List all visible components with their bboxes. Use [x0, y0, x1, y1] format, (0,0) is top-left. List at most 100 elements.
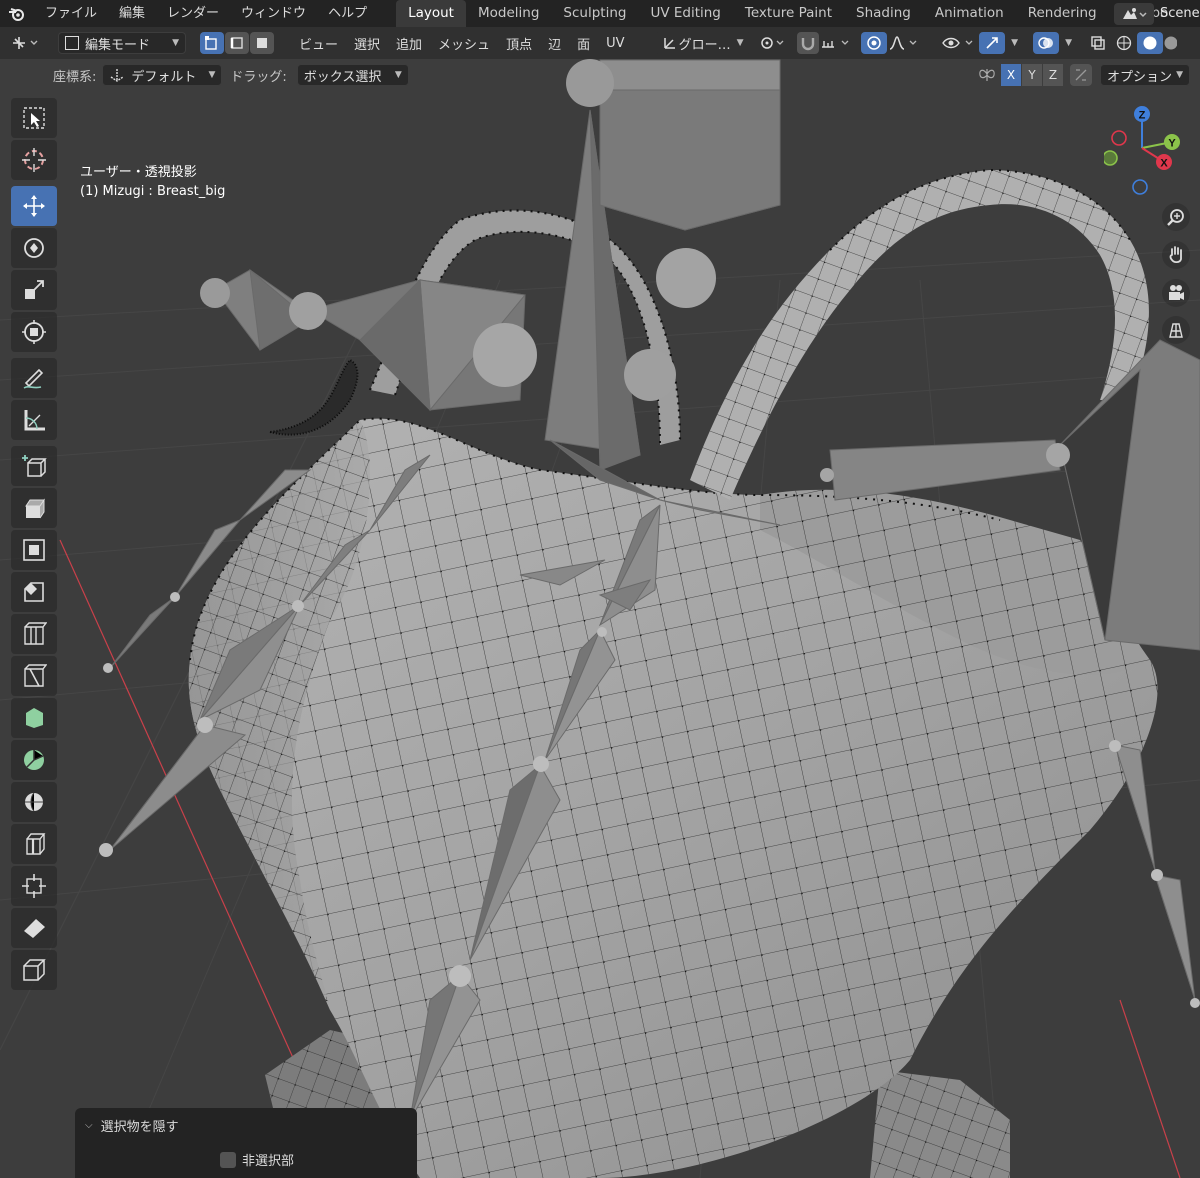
annotate-pencil-icon	[23, 368, 44, 389]
inset-faces-icon	[23, 539, 45, 561]
tool-measure[interactable]	[11, 400, 57, 440]
unselected-checkbox-row[interactable]: 非選択部	[220, 1150, 294, 1169]
falloff-dropdown[interactable]	[887, 32, 923, 54]
blender-logo-icon[interactable]	[0, 0, 34, 27]
snap-toggle-button[interactable]	[796, 32, 819, 54]
gizmo-dropdown[interactable]: ▼	[1005, 32, 1025, 54]
pivot-point-button[interactable]	[757, 32, 791, 54]
toggle-ortho-button[interactable]	[1162, 316, 1190, 344]
mirror-z-button[interactable]: Z	[1043, 64, 1063, 86]
unselected-checkbox[interactable]	[220, 1151, 236, 1168]
tool-loop-cut[interactable]	[11, 614, 57, 654]
menu-view[interactable]: ビュー	[291, 34, 346, 53]
menu-help[interactable]: ヘルプ	[317, 0, 378, 27]
editor-type-button[interactable]	[8, 32, 44, 54]
coord-system-dropdown[interactable]: デフォルト ▼	[102, 64, 223, 86]
tab-layout[interactable]: Layout	[396, 0, 466, 27]
viewport-scene[interactable]	[0, 59, 1200, 1178]
gizmo-neg-y[interactable]	[1102, 150, 1118, 166]
wireframe-shading-button[interactable]	[1111, 32, 1137, 54]
tab-shading[interactable]: Shading	[844, 0, 923, 27]
transform-orientation-dropdown[interactable]: グロー… ▼	[654, 32, 751, 54]
tool-smooth[interactable]	[11, 782, 57, 822]
camera-view-button[interactable]	[1162, 279, 1190, 307]
tool-rip-region[interactable]	[11, 950, 57, 990]
3d-viewport[interactable]: ユーザー・透視投影 (1) Mizugi : Breast_big	[0, 59, 1200, 1178]
edge-select-icon	[230, 37, 243, 49]
overlay-dropdown[interactable]: ▼	[1059, 32, 1079, 54]
gizmo-toggle-button[interactable]	[978, 32, 1005, 54]
tool-select-box[interactable]	[11, 98, 57, 138]
tool-transform[interactable]	[11, 312, 57, 352]
pan-button[interactable]	[1162, 241, 1190, 269]
select-box-icon	[23, 107, 45, 129]
tool-cursor[interactable]	[11, 140, 57, 180]
scene-name[interactable]: Scene	[1160, 6, 1200, 21]
proportional-edit-button[interactable]	[860, 32, 887, 54]
xray-toggle-button[interactable]	[1085, 32, 1111, 54]
options-dropdown[interactable]: オプション ▼	[1100, 64, 1190, 86]
tool-bevel[interactable]	[11, 572, 57, 612]
tool-poly-build[interactable]	[11, 698, 57, 738]
tool-inset[interactable]	[11, 530, 57, 570]
solid-shading-button[interactable]	[1136, 32, 1163, 54]
falloff-curve-icon	[889, 36, 916, 50]
drag-dropdown[interactable]: ボックス選択 ▼	[296, 64, 409, 86]
tab-animation[interactable]: Animation	[923, 0, 1016, 27]
scene-browse-button[interactable]	[1114, 2, 1154, 25]
face-select-button[interactable]	[250, 32, 274, 54]
drag-value: ボックス選択	[303, 69, 382, 85]
topology-mirror-button[interactable]	[1070, 64, 1092, 86]
tab-rendering[interactable]: Rendering	[1016, 0, 1109, 27]
menu-file[interactable]: ファイル	[34, 0, 108, 27]
vertex-select-button[interactable]	[200, 32, 224, 54]
chevron-down-icon: ▼	[394, 70, 402, 80]
chevron-down-icon: ▼	[1176, 70, 1183, 80]
navigation-gizmo[interactable]: Z Y X	[1102, 102, 1200, 198]
gizmo-y-label: Y	[1168, 138, 1176, 150]
menu-mesh[interactable]: メッシュ	[430, 34, 498, 53]
menu-render[interactable]: レンダー	[156, 0, 230, 27]
menu-edit[interactable]: 編集	[108, 0, 156, 27]
tab-modeling[interactable]: Modeling	[466, 0, 551, 27]
snap-target-dropdown[interactable]	[819, 32, 855, 54]
overlay-toggle-button[interactable]	[1032, 32, 1059, 54]
menu-edge[interactable]: 辺	[540, 34, 569, 53]
menu-select[interactable]: 選択	[346, 34, 388, 53]
tool-add-cube[interactable]	[11, 446, 57, 486]
edge-select-button[interactable]	[225, 32, 249, 54]
tool-move[interactable]	[11, 186, 57, 226]
menu-vertex[interactable]: 頂点	[498, 34, 540, 53]
mode-label: 編集モード	[85, 37, 151, 53]
grid-perspective-icon	[1169, 323, 1183, 338]
spin-icon	[24, 750, 44, 770]
tool-extrude[interactable]	[11, 488, 57, 528]
zoom-button[interactable]	[1162, 203, 1190, 231]
mirror-x-button[interactable]: X	[1001, 64, 1021, 86]
tab-sculpting[interactable]: Sculpting	[551, 0, 638, 27]
tool-rotate[interactable]	[11, 228, 57, 268]
tool-edge-slide[interactable]	[11, 824, 57, 864]
menu-uv[interactable]: UV	[598, 36, 632, 51]
gizmo-neg-z[interactable]	[1132, 179, 1148, 195]
operator-panel-header[interactable]: ⌵ 選択物を隠す	[85, 1116, 179, 1135]
menu-add[interactable]: 追加	[388, 34, 430, 53]
menu-window[interactable]: ウィンドウ	[230, 0, 317, 27]
tool-scale[interactable]	[11, 270, 57, 310]
material-shading-button[interactable]	[1163, 32, 1177, 54]
mode-dropdown[interactable]: 編集モード ▼	[58, 32, 186, 54]
tool-shear[interactable]	[11, 908, 57, 948]
butterfly-mirror-icon	[979, 69, 995, 81]
tool-knife[interactable]	[11, 656, 57, 696]
menu-face[interactable]: 面	[569, 34, 598, 53]
visibility-dropdown[interactable]	[941, 32, 979, 54]
gizmo-neg-x[interactable]	[1111, 130, 1127, 146]
tab-texture-paint[interactable]: Texture Paint	[733, 0, 844, 27]
tool-annotate[interactable]	[11, 358, 57, 398]
tool-spin[interactable]	[11, 740, 57, 780]
tool-shrink-fatten[interactable]	[11, 866, 57, 906]
coord-system-value: デフォルト	[131, 69, 197, 85]
tab-uv-editing[interactable]: UV Editing	[638, 0, 732, 27]
top-menu-bar: ファイル 編集 レンダー ウィンドウ ヘルプ Layout Modeling S…	[0, 0, 1200, 27]
mirror-y-button[interactable]: Y	[1022, 64, 1042, 86]
